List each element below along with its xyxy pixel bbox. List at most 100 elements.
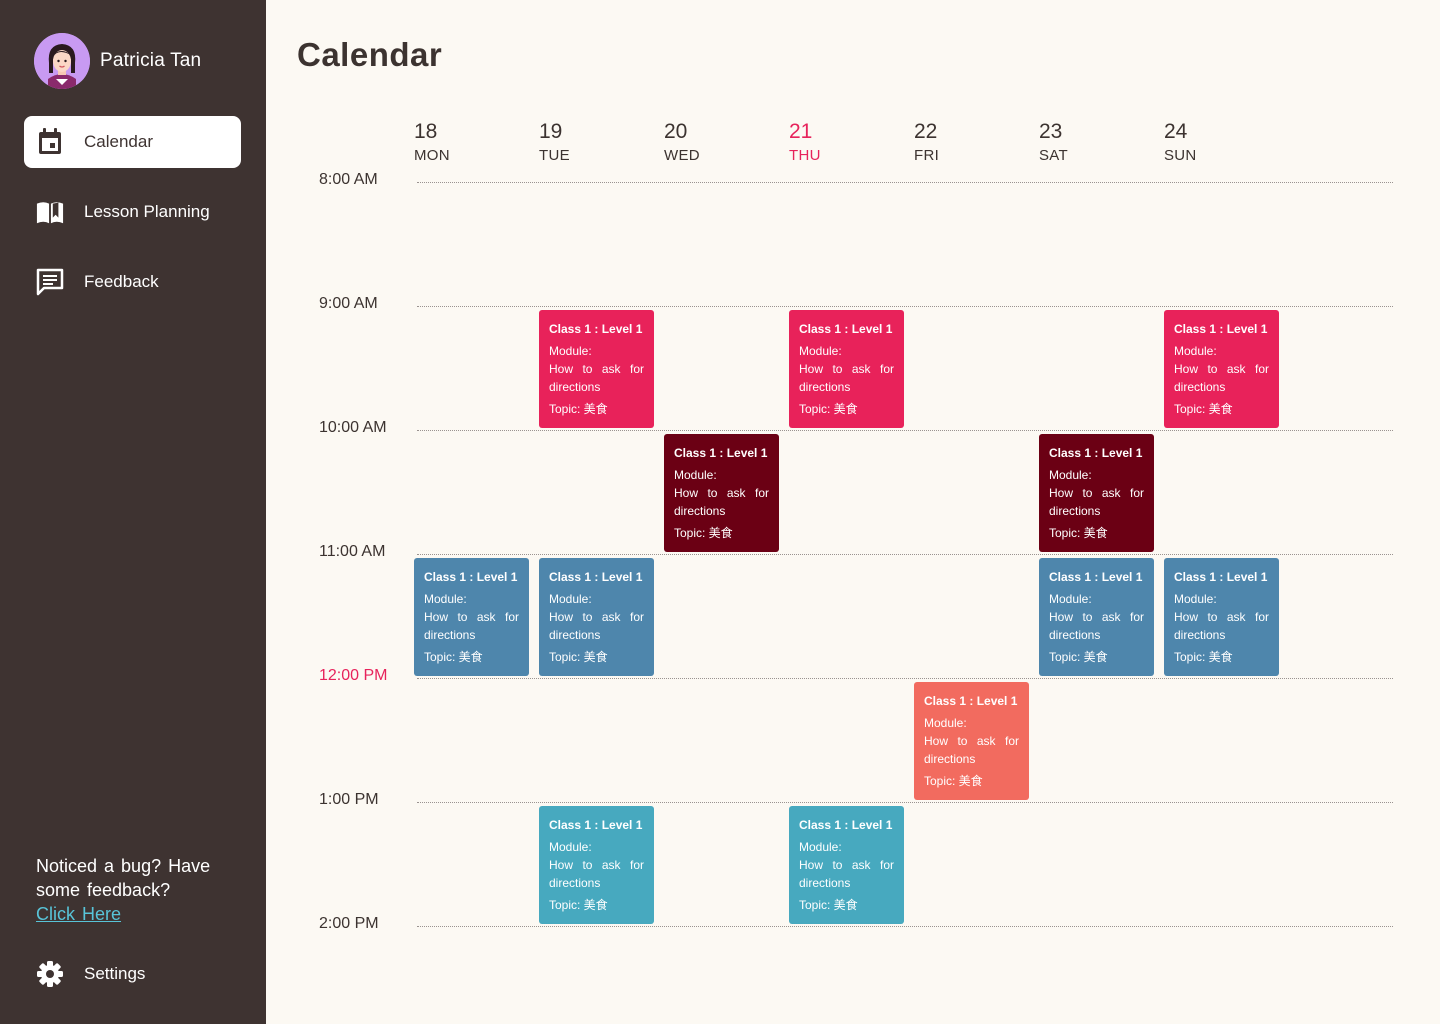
calendar-event-card[interactable]: Class 1 : Level 1 Module: How to ask for d… (414, 558, 529, 676)
event-title: Class 1 : Level 1 (1049, 446, 1143, 460)
event-topic: Topic: 美食 (1049, 526, 1108, 540)
hour-grid-line (417, 554, 1393, 555)
event-topic: Topic: 美食 (549, 898, 608, 912)
hour-grid-line (417, 306, 1393, 307)
settings-button[interactable]: Settings (24, 948, 241, 1000)
event-title: Class 1 : Level 1 (799, 322, 893, 336)
event-description: How to ask for directions (549, 858, 644, 890)
event-title: Class 1 : Level 1 (924, 694, 1018, 708)
event-title: Class 1 : Level 1 (1049, 570, 1143, 584)
event-title: Class 1 : Level 1 (549, 818, 643, 832)
event-topic: Topic: 美食 (424, 650, 483, 664)
time-label: 11:00 AM (319, 543, 386, 560)
hour-grid-line (417, 926, 1393, 927)
day-header-thu[interactable]: 21 THU (789, 120, 899, 164)
event-topic: Topic: 美食 (1174, 650, 1233, 664)
event-module-label: Module: (549, 840, 592, 854)
calendar-event-card[interactable]: Class 1 : Level 1 Module: How to ask for d… (1039, 434, 1154, 552)
event-topic: Topic: 美食 (549, 650, 608, 664)
nav-label-lesson-planning: Lesson Planning (84, 202, 210, 221)
calendar-event-card[interactable]: Class 1 : Level 1 Module: How to ask for d… (664, 434, 779, 552)
bug-report-note: Noticed a bug? Have some feedback? Click… (36, 854, 236, 926)
event-module-label: Module: (924, 716, 967, 730)
day-number: 21 (789, 120, 813, 143)
calendar-event-card[interactable]: Class 1 : Level 1 Module: How to ask for d… (789, 310, 904, 428)
event-topic: Topic: 美食 (549, 402, 608, 416)
user-profile[interactable]: Patricia Tan (34, 33, 201, 89)
calendar-event-card[interactable]: Class 1 : Level 1 Module: How to ask for d… (1164, 558, 1279, 676)
nav-item-lesson-planning[interactable]: Lesson Planning (24, 186, 241, 238)
day-number: 18 (414, 120, 438, 143)
event-module-label: Module: (549, 344, 592, 358)
nav-label-feedback: Feedback (84, 272, 159, 291)
calendar-event-card[interactable]: Class 1 : Level 1 Module: How to ask for d… (539, 558, 654, 676)
feedback-icon (36, 268, 64, 296)
time-label: 8:00 AM (319, 171, 378, 188)
avatar-illustration (34, 33, 90, 89)
event-title: Class 1 : Level 1 (674, 446, 768, 460)
calendar-event-card[interactable]: Class 1 : Level 1 Module: How to ask for d… (539, 806, 654, 924)
nav-item-calendar[interactable]: Calendar (24, 116, 241, 168)
avatar[interactable] (34, 33, 90, 89)
event-title: Class 1 : Level 1 (799, 818, 893, 832)
event-topic: Topic: 美食 (674, 526, 733, 540)
day-name: MON (414, 147, 450, 164)
day-name: FRI (914, 147, 940, 164)
time-label: 9:00 AM (319, 295, 378, 312)
event-description: How to ask for directions (1049, 486, 1144, 518)
nav-label-calendar: Calendar (84, 132, 153, 151)
user-name: Patricia Tan (100, 50, 202, 71)
nav-item-feedback[interactable]: Feedback (24, 256, 241, 308)
event-module-label: Module: (1174, 344, 1217, 358)
bug-report-link[interactable]: Click Here (36, 902, 121, 926)
day-header-wed[interactable]: 20 WED (664, 120, 774, 164)
event-description: How to ask for directions (549, 610, 644, 642)
calendar-event-card[interactable]: Class 1 : Level 1 Module: How to ask for d… (914, 682, 1029, 800)
calendar-event-card[interactable]: Class 1 : Level 1 Module: How to ask for d… (1039, 558, 1154, 676)
day-header-tue[interactable]: 19 TUE (539, 120, 649, 164)
event-description: How to ask for directions (1174, 610, 1269, 642)
event-description: How to ask for directions (799, 858, 894, 890)
event-module-label: Module: (799, 344, 842, 358)
event-module-label: Module: (1049, 592, 1092, 606)
event-module-label: Module: (1049, 468, 1092, 482)
event-description: How to ask for directions (674, 486, 769, 518)
day-name: SUN (1164, 147, 1197, 164)
day-header-sat[interactable]: 23 SAT (1039, 120, 1149, 164)
hour-grid-line (417, 182, 1393, 183)
event-topic: Topic: 美食 (799, 898, 858, 912)
day-number: 23 (1039, 120, 1063, 143)
day-name: TUE (539, 147, 570, 164)
event-title: Class 1 : Level 1 (424, 570, 518, 584)
event-description: How to ask for directions (1174, 362, 1269, 394)
event-module-label: Module: (549, 592, 592, 606)
calendar-event-card[interactable]: Class 1 : Level 1 Module: How to ask for d… (1164, 310, 1279, 428)
event-topic: Topic: 美食 (1174, 402, 1233, 416)
day-number: 19 (539, 120, 563, 143)
book-icon (36, 198, 64, 226)
sidebar: Patricia Tan Calendar Lesson Planning Fe… (0, 0, 266, 1024)
event-topic: Topic: 美食 (1049, 650, 1108, 664)
day-name: THU (789, 147, 821, 164)
time-label: 10:00 AM (319, 419, 387, 436)
day-header-mon[interactable]: 18 MON (414, 120, 524, 164)
day-header-fri[interactable]: 22 FRI (914, 120, 1024, 164)
time-label: 2:00 PM (319, 915, 379, 932)
event-title: Class 1 : Level 1 (549, 322, 643, 336)
event-title: Class 1 : Level 1 (1174, 570, 1268, 584)
event-description: How to ask for directions (1049, 610, 1144, 642)
event-topic: Topic: 美食 (799, 402, 858, 416)
event-description: How to ask for directions (799, 362, 894, 394)
day-number: 24 (1164, 120, 1188, 143)
gear-icon (36, 960, 64, 988)
day-name: WED (664, 147, 700, 164)
page-title: Calendar (297, 36, 443, 73)
event-description: How to ask for directions (424, 610, 519, 642)
event-module-label: Module: (424, 592, 467, 606)
hour-grid-line (417, 802, 1393, 803)
calendar-event-card[interactable]: Class 1 : Level 1 Module: How to ask for d… (789, 806, 904, 924)
day-header-sun[interactable]: 24 SUN (1164, 120, 1274, 164)
calendar-icon (36, 128, 64, 156)
calendar-event-card[interactable]: Class 1 : Level 1 Module: How to ask for d… (539, 310, 654, 428)
day-name: SAT (1039, 147, 1068, 164)
